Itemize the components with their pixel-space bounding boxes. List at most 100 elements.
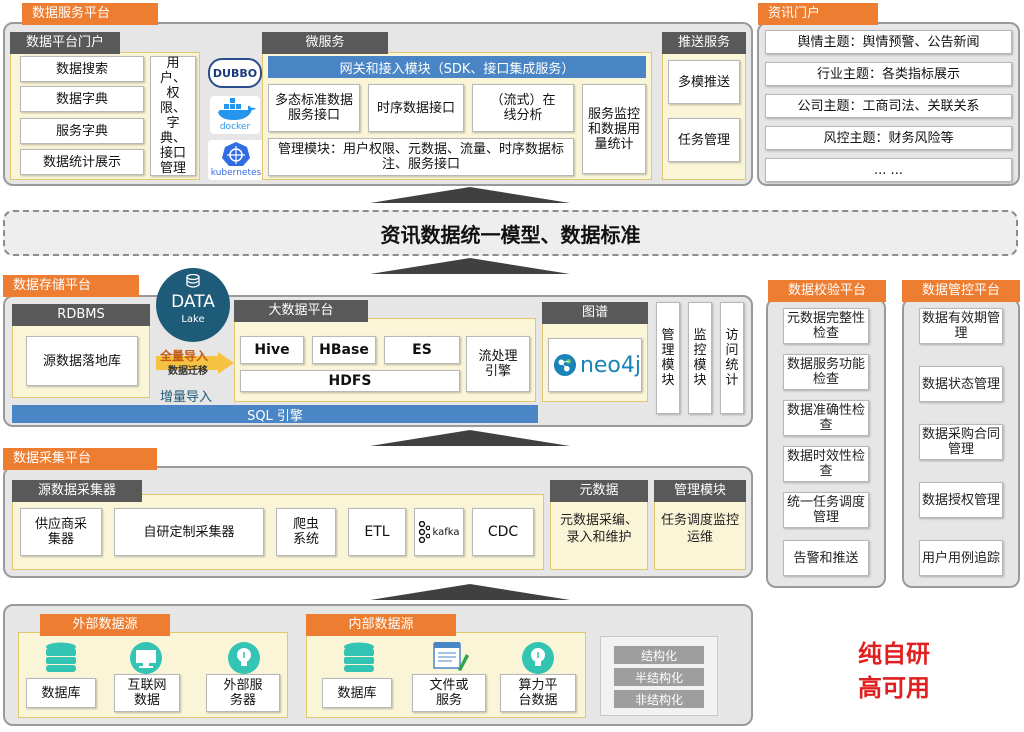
micro-item-monitor[interactable]: 服务监控和数据用量统计: [582, 84, 646, 174]
kubernetes-logo: kubernetes: [208, 140, 264, 180]
docker-logo-text: docker: [219, 122, 251, 132]
neo4j-logo-box[interactable]: neo4j: [548, 338, 642, 392]
portal-user-permission-box[interactable]: 用户、权限、字典、接口管理: [150, 56, 196, 176]
slogan-line-1: 纯自研: [858, 640, 930, 668]
monitor-icon: [130, 642, 162, 674]
verify-platform-panel: 元数据完整性检查 数据服务功能检查 数据准确性检查 数据时效性检查 统一任务调度…: [766, 298, 886, 588]
docker-logo: docker: [210, 96, 260, 134]
external-source-tab: 外部数据源: [40, 614, 170, 636]
verify-item-alert[interactable]: 告警和推送: [783, 540, 869, 576]
info-item-risk[interactable]: 风控主题：财务风险等: [765, 126, 1012, 150]
micro-item-management[interactable]: 管理模块：用户权限、元数据、流量、时序数据标注、服务接口: [268, 138, 574, 176]
metadata-tab: 元数据: [550, 480, 648, 502]
external-server[interactable]: 外部服务器: [206, 674, 280, 712]
govern-item-status[interactable]: 数据状态管理: [919, 366, 1003, 402]
storage-mgmt-module[interactable]: 管理模块: [656, 302, 680, 414]
metadata-item[interactable]: 元数据采编、录入和维护: [554, 512, 644, 546]
internal-compute-platform[interactable]: 算力平台数据: [500, 674, 576, 712]
collector-etl[interactable]: ETL: [348, 508, 406, 556]
document-edit-icon: [433, 642, 469, 671]
bigdata-item-hdfs[interactable]: HDFS: [240, 370, 460, 392]
sql-engine-bar[interactable]: SQL 引擎: [12, 405, 538, 424]
push-item-task-management[interactable]: 任务管理: [668, 118, 740, 162]
service-platform-tab: 数据服务平台: [22, 3, 158, 25]
dubbo-logo-text: DUBBO: [212, 66, 258, 80]
storage-platform-tab: 数据存储平台: [3, 275, 139, 297]
microservice-tab: 微服务: [262, 32, 388, 54]
collector-kafka[interactable]: kafka: [414, 508, 464, 556]
type-semistructured: 半结构化: [614, 668, 704, 686]
collect-platform-tab: 数据采集平台: [3, 448, 157, 470]
verify-item-metadata[interactable]: 元数据完整性检查: [783, 308, 869, 344]
verify-item-service[interactable]: 数据服务功能检查: [783, 354, 869, 390]
data-lake-sub: Lake: [181, 314, 205, 325]
push-item-multimodal[interactable]: 多模推送: [668, 60, 740, 104]
storage-monitor-module[interactable]: 监控模块: [688, 302, 712, 414]
unified-model-banner: 资讯数据统一模型、数据标准: [3, 210, 1018, 256]
verify-item-accuracy[interactable]: 数据准确性检查: [783, 400, 869, 436]
bigdata-item-stream-engine[interactable]: 流处理引擎: [466, 336, 530, 392]
database-icon: [46, 642, 76, 672]
collect-mgmt-item[interactable]: 任务调度监控运维: [660, 512, 740, 546]
collector-crawler[interactable]: 爬虫系统: [276, 508, 336, 556]
migration-mid-label: 数据迁移: [168, 366, 208, 377]
collector-tab: 源数据采集器: [12, 480, 142, 502]
govern-item-contract[interactable]: 数据采购合同管理: [919, 424, 1003, 460]
collector-vendor[interactable]: 供应商采集器: [20, 508, 102, 556]
arrow-to-storage: [370, 430, 570, 446]
micro-item-online-analysis[interactable]: （流式）在线分析: [472, 84, 574, 132]
info-item-sentiment[interactable]: 舆情主题：舆情预警、公告新闻: [765, 30, 1012, 54]
govern-platform-tab: 数据管控平台: [902, 280, 1020, 302]
kubernetes-helm-icon: [222, 142, 250, 166]
govern-item-user-tracking[interactable]: 用户用例追踪: [919, 540, 1003, 576]
push-tab: 推送服务: [662, 32, 746, 54]
portal-tab: 数据平台门户: [10, 32, 120, 54]
database-icon: [186, 274, 200, 288]
micro-item-standard-interface[interactable]: 多态标准数据服务接口: [268, 84, 360, 132]
verify-platform-tab: 数据校验平台: [768, 280, 886, 302]
verify-item-timeliness[interactable]: 数据时效性检查: [783, 446, 869, 482]
data-lake-logo: DATA Lake: [156, 268, 230, 342]
slogan-line-2: 高可用: [858, 674, 930, 702]
bigdata-item-es[interactable]: ES: [384, 336, 460, 364]
micro-item-timeseries[interactable]: 时序数据接口: [368, 84, 464, 132]
lightbulb-icon: [522, 642, 554, 674]
external-db[interactable]: 数据库: [26, 678, 96, 708]
collect-mgmt-tab: 管理模块: [654, 480, 746, 502]
data-lake-title: DATA: [171, 292, 215, 312]
kafka-label: kafka: [432, 526, 460, 538]
info-portal-tab: 资讯门户: [758, 3, 878, 25]
govern-item-authorization[interactable]: 数据授权管理: [919, 482, 1003, 518]
storage-access-stats[interactable]: 访问统计: [720, 302, 744, 414]
bigdata-item-hive[interactable]: Hive: [240, 336, 304, 364]
migration-incremental-label: 增量导入: [160, 390, 213, 405]
arrow-to-collect: [370, 584, 570, 600]
portal-item-service-dict[interactable]: 服务字典: [20, 118, 144, 144]
arrow-to-banner: [370, 258, 570, 274]
external-internet[interactable]: 互联网数据: [114, 674, 180, 712]
portal-item-stats[interactable]: 数据统计展示: [20, 149, 144, 175]
info-item-more: ... ...: [765, 158, 1012, 182]
internal-source-tab: 内部数据源: [306, 614, 456, 636]
rdbms-item-source-db[interactable]: 源数据落地库: [26, 336, 138, 386]
bigdata-tab: 大数据平台: [234, 300, 368, 322]
internal-file-service[interactable]: 文件或服务: [412, 674, 486, 712]
gateway-bar[interactable]: 网关和接入模块（SDK、接口集成服务）: [268, 56, 646, 78]
graph-tab: 图谱: [542, 302, 648, 324]
bigdata-item-hbase[interactable]: HBase: [312, 336, 376, 364]
arrow-to-service: [370, 187, 570, 203]
verify-item-scheduling[interactable]: 统一任务调度管理: [783, 492, 869, 528]
type-unstructured: 非结构化: [614, 690, 704, 708]
collector-custom[interactable]: 自研定制采集器: [114, 508, 264, 556]
portal-item-data-dict[interactable]: 数据字典: [20, 86, 144, 112]
database-icon: [344, 642, 374, 672]
info-item-company[interactable]: 公司主题：工商司法、关联关系: [765, 94, 1012, 118]
govern-item-validity[interactable]: 数据有效期管理: [919, 308, 1003, 344]
docker-whale-icon: [218, 98, 256, 120]
collector-cdc[interactable]: CDC: [472, 508, 534, 556]
internal-db[interactable]: 数据库: [322, 678, 392, 708]
kubernetes-logo-text: kubernetes: [210, 168, 262, 178]
portal-item-search[interactable]: 数据搜索: [20, 56, 144, 82]
neo4j-graph-icon: [553, 353, 577, 377]
info-item-industry[interactable]: 行业主题：各类指标展示: [765, 62, 1012, 86]
